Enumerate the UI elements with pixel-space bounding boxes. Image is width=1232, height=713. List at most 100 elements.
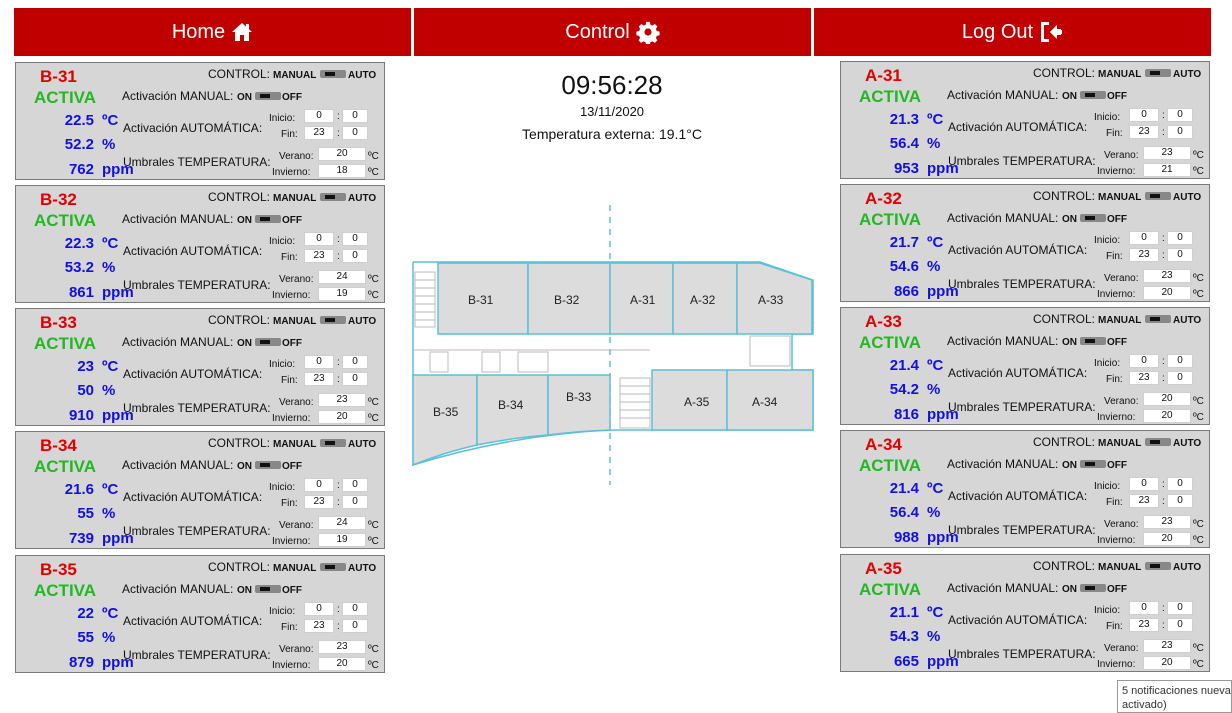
end-hour-input[interactable]: 23 bbox=[304, 619, 334, 633]
summer-threshold-input[interactable]: 23 bbox=[318, 640, 366, 654]
room-status: ACTIVA bbox=[34, 457, 97, 476]
end-hour-input[interactable]: 23 bbox=[304, 495, 334, 509]
start-hour-input[interactable]: 0 bbox=[1129, 477, 1159, 491]
end-minute-input[interactable]: 0 bbox=[1167, 248, 1193, 262]
nav-control[interactable]: Control bbox=[414, 8, 811, 56]
start-minute-input[interactable]: 0 bbox=[1167, 231, 1193, 245]
winter-threshold-input[interactable]: 20 bbox=[1143, 409, 1191, 423]
winter-threshold-input[interactable]: 21 bbox=[1143, 163, 1191, 177]
start-hour-input[interactable]: 0 bbox=[304, 602, 334, 616]
start-hour-input[interactable]: 0 bbox=[304, 355, 334, 369]
manual-onoff-toggle[interactable] bbox=[1080, 460, 1106, 468]
control-mode-toggle[interactable] bbox=[1145, 438, 1171, 446]
end-hour-input[interactable]: 23 bbox=[1129, 125, 1159, 139]
manual-onoff-toggle[interactable] bbox=[255, 338, 281, 346]
winter-threshold-input[interactable]: 19 bbox=[318, 287, 366, 301]
summer-threshold-input[interactable]: 23 bbox=[1143, 269, 1191, 283]
winter-threshold-input[interactable]: 20 bbox=[1143, 656, 1191, 670]
start-minute-input[interactable]: 0 bbox=[1167, 108, 1193, 122]
manual-onoff-toggle[interactable] bbox=[1080, 91, 1106, 99]
control-mode-toggle[interactable] bbox=[320, 316, 346, 324]
end-minute-input[interactable]: 0 bbox=[342, 372, 368, 386]
control-mode-toggle[interactable] bbox=[320, 563, 346, 571]
start-hour-input[interactable]: 0 bbox=[304, 232, 334, 246]
control-mode-toggle[interactable] bbox=[320, 193, 346, 201]
end-minute-input[interactable]: 0 bbox=[342, 249, 368, 263]
end-hour-input[interactable]: 23 bbox=[1129, 248, 1159, 262]
start-time-colon: : bbox=[337, 480, 340, 491]
end-hour-input[interactable]: 23 bbox=[1129, 618, 1159, 632]
summer-threshold-input[interactable]: 20 bbox=[318, 147, 366, 161]
manual-onoff-toggle[interactable] bbox=[255, 585, 281, 593]
start-minute-input[interactable]: 0 bbox=[342, 109, 368, 123]
control-mode-toggle[interactable] bbox=[1145, 562, 1171, 570]
winter-threshold-input[interactable]: 20 bbox=[1143, 532, 1191, 546]
start-minute-input[interactable]: 0 bbox=[342, 602, 368, 616]
nav-logout[interactable]: Log Out bbox=[814, 8, 1211, 56]
manual-onoff-toggle[interactable] bbox=[255, 215, 281, 223]
end-minute-input[interactable]: 0 bbox=[342, 619, 368, 633]
start-hour-input[interactable]: 0 bbox=[1129, 354, 1159, 368]
start-minute-input[interactable]: 0 bbox=[342, 355, 368, 369]
winter-threshold-input[interactable]: 20 bbox=[318, 410, 366, 424]
co2-value: 816 bbox=[893, 406, 919, 423]
room-panel: B-32 ACTIVA 22.3 ºC 53.2 % 861 ppm CONTR… bbox=[15, 185, 385, 303]
manual-onoff-toggle[interactable] bbox=[1080, 584, 1106, 592]
manual-onoff-toggle[interactable] bbox=[255, 461, 281, 469]
end-hour-input[interactable]: 23 bbox=[304, 372, 334, 386]
start-minute-input[interactable]: 0 bbox=[1167, 354, 1193, 368]
control-mode-toggle[interactable] bbox=[1145, 69, 1171, 77]
auto-activation-label: Activación AUTOMÁTICA: bbox=[948, 243, 1088, 257]
end-minute-input[interactable]: 0 bbox=[342, 126, 368, 140]
control-mode-toggle[interactable] bbox=[1145, 192, 1171, 200]
control-mode-toggle[interactable] bbox=[320, 70, 346, 78]
start-minute-input[interactable]: 0 bbox=[342, 478, 368, 492]
temperature-value: 21.7 bbox=[889, 234, 919, 251]
summer-unit: ºC bbox=[368, 397, 379, 408]
start-hour-input[interactable]: 0 bbox=[1129, 231, 1159, 245]
summer-threshold-input[interactable]: 24 bbox=[318, 270, 366, 284]
winter-unit: ºC bbox=[368, 413, 379, 424]
room-name: B-34 bbox=[40, 436, 77, 455]
control-auto-label: AUTO bbox=[1173, 438, 1202, 449]
start-hour-input[interactable]: 0 bbox=[1129, 601, 1159, 615]
summer-threshold-input[interactable]: 23 bbox=[1143, 639, 1191, 653]
summer-threshold-input[interactable]: 23 bbox=[1143, 146, 1191, 160]
control-label: CONTROL: bbox=[1033, 435, 1096, 449]
winter-threshold-input[interactable]: 20 bbox=[318, 657, 366, 671]
end-time-colon: : bbox=[1162, 496, 1165, 507]
nav-home[interactable]: Home bbox=[14, 8, 411, 56]
map-room-b35[interactable] bbox=[412, 374, 478, 467]
end-time-colon: : bbox=[337, 497, 340, 508]
summer-threshold-input[interactable]: 20 bbox=[1143, 392, 1191, 406]
end-minute-input[interactable]: 0 bbox=[1167, 371, 1193, 385]
start-hour-input[interactable]: 0 bbox=[1129, 108, 1159, 122]
manual-onoff-toggle[interactable] bbox=[1080, 214, 1106, 222]
winter-threshold-input[interactable]: 18 bbox=[318, 164, 366, 178]
end-minute-input[interactable]: 0 bbox=[1167, 125, 1193, 139]
manual-off-label: OFF bbox=[282, 585, 302, 596]
end-hour-input[interactable]: 23 bbox=[304, 249, 334, 263]
manual-off-label: OFF bbox=[282, 338, 302, 349]
manual-onoff-toggle[interactable] bbox=[255, 92, 281, 100]
winter-threshold-input[interactable]: 19 bbox=[318, 533, 366, 547]
start-hour-input[interactable]: 0 bbox=[304, 478, 334, 492]
end-hour-input[interactable]: 23 bbox=[1129, 494, 1159, 508]
end-hour-input[interactable]: 23 bbox=[1129, 371, 1159, 385]
start-minute-input[interactable]: 0 bbox=[1167, 601, 1193, 615]
start-hour-input[interactable]: 0 bbox=[304, 109, 334, 123]
start-minute-input[interactable]: 0 bbox=[1167, 477, 1193, 491]
winter-threshold-input[interactable]: 20 bbox=[1143, 286, 1191, 300]
manual-onoff-toggle[interactable] bbox=[1080, 337, 1106, 345]
end-minute-input[interactable]: 0 bbox=[1167, 618, 1193, 632]
end-minute-input[interactable]: 0 bbox=[342, 495, 368, 509]
end-minute-input[interactable]: 0 bbox=[1167, 494, 1193, 508]
summer-threshold-input[interactable]: 23 bbox=[318, 393, 366, 407]
summer-threshold-input[interactable]: 23 bbox=[1143, 515, 1191, 529]
summer-threshold-input[interactable]: 24 bbox=[318, 516, 366, 530]
end-hour-input[interactable]: 23 bbox=[304, 126, 334, 140]
control-mode-toggle[interactable] bbox=[320, 439, 346, 447]
start-minute-input[interactable]: 0 bbox=[342, 232, 368, 246]
control-mode-toggle[interactable] bbox=[1145, 315, 1171, 323]
map-room-b33[interactable] bbox=[547, 374, 611, 436]
